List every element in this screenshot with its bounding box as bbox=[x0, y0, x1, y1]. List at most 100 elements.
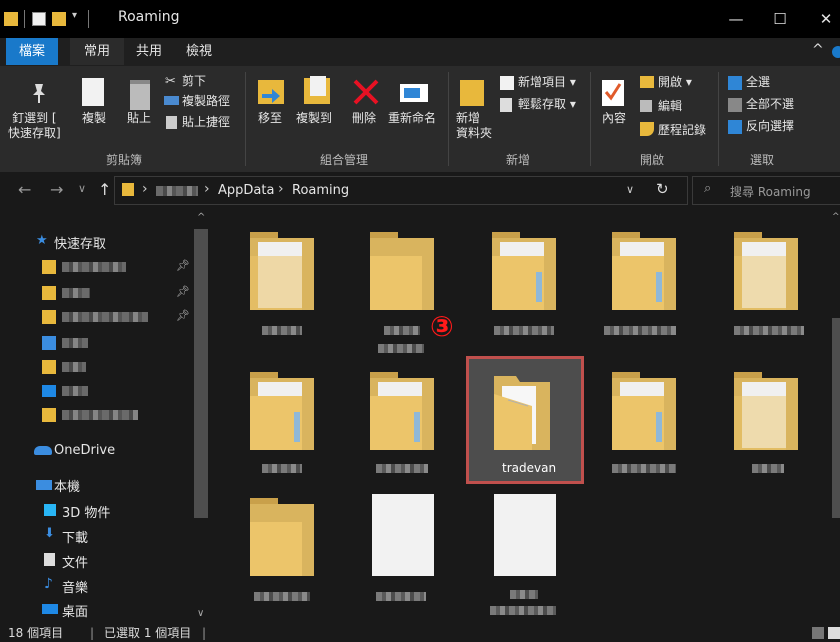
details-view-icon[interactable] bbox=[812, 627, 824, 639]
new-folder-icon bbox=[460, 80, 484, 106]
forward-arrow-icon[interactable]: → bbox=[50, 180, 63, 199]
new-folder-quick-icon[interactable] bbox=[52, 12, 66, 26]
copy-path-button[interactable]: 複製路徑 bbox=[182, 94, 230, 109]
quick-access-star-icon: ★ bbox=[36, 233, 48, 248]
select-none-icon bbox=[728, 98, 742, 112]
select-all-button[interactable]: 全選 bbox=[746, 75, 770, 90]
content-scroll-up-icon[interactable]: ^ bbox=[832, 212, 840, 222]
folder-icon bbox=[4, 12, 18, 26]
folder-item[interactable] bbox=[250, 372, 314, 450]
address-dropdown-icon[interactable]: ∨ bbox=[626, 183, 634, 196]
tab-file[interactable]: 檔案 bbox=[6, 38, 58, 65]
recent-locations-icon[interactable]: ∨ bbox=[78, 182, 86, 195]
folder-item[interactable] bbox=[734, 232, 798, 310]
folder-item[interactable] bbox=[250, 498, 314, 576]
back-arrow-icon[interactable]: ← bbox=[18, 180, 31, 199]
delete-icon bbox=[352, 78, 380, 106]
cloud-icon bbox=[34, 446, 52, 455]
paste-button[interactable]: 貼上 bbox=[127, 111, 151, 126]
folder-item[interactable] bbox=[370, 372, 434, 450]
invert-selection-icon bbox=[728, 120, 742, 134]
properties-quick-icon[interactable] bbox=[32, 12, 46, 26]
cut-button[interactable]: 剪下 bbox=[182, 74, 206, 89]
nav-documents[interactable]: 文件 bbox=[62, 552, 88, 571]
search-input[interactable]: 搜尋 Roaming bbox=[730, 183, 811, 200]
nav-this-pc[interactable]: 本機 bbox=[54, 476, 80, 495]
nav-item-pinned[interactable] bbox=[62, 312, 148, 322]
pin-icon: 📌︎ bbox=[176, 309, 190, 322]
nav-item-pinned[interactable] bbox=[62, 262, 126, 272]
new-group-title: 新增 bbox=[506, 153, 531, 167]
large-icons-view-icon[interactable] bbox=[828, 627, 840, 639]
item-count: 18 個項目 bbox=[8, 626, 64, 640]
help-icon[interactable] bbox=[832, 46, 840, 58]
maximize-button[interactable]: ☐ bbox=[760, 4, 800, 34]
properties-icon bbox=[602, 80, 624, 106]
nav-item[interactable] bbox=[62, 362, 86, 372]
delete-button[interactable]: 刪除 bbox=[352, 111, 376, 126]
move-to-button[interactable]: 移至 bbox=[258, 111, 282, 126]
copy-to-button[interactable]: 複製到 bbox=[296, 111, 332, 126]
content-scrollbar[interactable] bbox=[832, 318, 840, 518]
organize-group-title: 組合管理 bbox=[320, 153, 369, 167]
window-title: Roaming bbox=[118, 9, 180, 25]
folder-label bbox=[734, 326, 804, 335]
clipboard-group-title: 剪貼簿 bbox=[106, 153, 143, 167]
open-button[interactable]: 開啟 ▾ bbox=[658, 75, 692, 90]
folder-item[interactable] bbox=[250, 232, 314, 310]
tab-home[interactable]: 常用 bbox=[70, 38, 124, 65]
tab-view[interactable]: 檢視 bbox=[176, 38, 222, 65]
file-item[interactable] bbox=[372, 494, 434, 576]
properties-button[interactable]: 內容 bbox=[602, 111, 626, 126]
nav-item[interactable] bbox=[62, 338, 88, 348]
copy-button[interactable]: 複製 bbox=[82, 111, 106, 126]
invert-selection-button[interactable]: 反向選擇 bbox=[746, 119, 794, 134]
tab-share[interactable]: 共用 bbox=[126, 38, 172, 65]
nav-scroll-up-icon[interactable]: ^ bbox=[197, 212, 205, 223]
collapse-ribbon-button[interactable]: ^ bbox=[812, 42, 824, 58]
breadcrumb-user[interactable] bbox=[156, 186, 198, 196]
nav-desktop[interactable]: 桌面 bbox=[62, 601, 88, 620]
pin-quick-access-button[interactable]: 釘選到 [ 快速存取] bbox=[8, 111, 61, 141]
close-button[interactable]: ✕ bbox=[806, 4, 840, 34]
history-icon bbox=[640, 122, 654, 136]
pin-icon: 📌︎ bbox=[176, 259, 190, 272]
nav-scroll-down-icon[interactable]: ∨ bbox=[197, 608, 204, 619]
folder-item[interactable] bbox=[492, 232, 556, 310]
breadcrumb-sep: › bbox=[278, 181, 284, 197]
nav-item[interactable] bbox=[62, 410, 138, 420]
download-folder-icon bbox=[42, 336, 56, 350]
new-item-button[interactable]: 新增項目 ▾ bbox=[518, 75, 576, 90]
folder-icon bbox=[42, 260, 56, 274]
paste-shortcut-button[interactable]: 貼上捷徑 bbox=[182, 115, 230, 130]
nav-scrollbar[interactable] bbox=[194, 229, 208, 518]
refresh-icon[interactable]: ↻ bbox=[656, 180, 669, 198]
nav-quick-access[interactable]: 快速存取 bbox=[54, 233, 106, 252]
nav-downloads[interactable]: 下載 bbox=[62, 527, 88, 546]
nav-item-pinned[interactable] bbox=[62, 288, 90, 298]
edit-button[interactable]: 編輯 bbox=[658, 99, 682, 114]
minimize-button[interactable]: — bbox=[716, 4, 756, 34]
new-folder-button[interactable]: 新增 資料夾 bbox=[456, 111, 492, 141]
quick-access-toolbar-dropdown[interactable]: ▾ bbox=[72, 10, 77, 21]
nav-onedrive[interactable]: OneDrive bbox=[54, 443, 115, 458]
nav-music[interactable]: 音樂 bbox=[62, 577, 88, 596]
open-icon bbox=[640, 76, 654, 88]
folder-item[interactable] bbox=[734, 372, 798, 450]
folder-label bbox=[494, 326, 554, 335]
breadcrumb-roaming[interactable]: Roaming bbox=[292, 183, 349, 198]
folder-item[interactable] bbox=[370, 232, 434, 310]
easy-access-button[interactable]: 輕鬆存取 ▾ bbox=[518, 97, 576, 112]
address-bar[interactable] bbox=[114, 176, 688, 205]
breadcrumb-appdata[interactable]: AppData bbox=[218, 183, 274, 198]
nav-item[interactable] bbox=[62, 386, 88, 396]
folder-item[interactable] bbox=[612, 372, 676, 450]
history-button[interactable]: 歷程記錄 bbox=[658, 123, 706, 138]
move-to-icon bbox=[258, 80, 284, 104]
rename-button[interactable]: 重新命名 bbox=[388, 111, 436, 126]
nav-3d-objects[interactable]: 3D 物件 bbox=[62, 502, 110, 521]
select-none-button[interactable]: 全部不選 bbox=[746, 97, 794, 112]
up-arrow-icon[interactable]: ↑ bbox=[98, 180, 111, 199]
folder-item[interactable] bbox=[612, 232, 676, 310]
file-item[interactable] bbox=[494, 494, 556, 576]
